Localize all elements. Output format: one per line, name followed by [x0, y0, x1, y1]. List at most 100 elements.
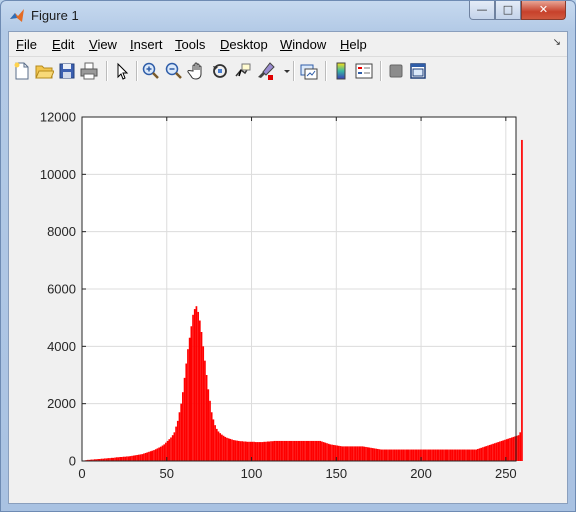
- histogram-bar: [343, 446, 345, 461]
- menu-tools[interactable]: Tools: [175, 37, 205, 52]
- histogram-bar: [222, 435, 225, 461]
- histogram-bar: [139, 454, 142, 461]
- minimize-button[interactable]: —: [469, 1, 495, 20]
- histogram-bar: [117, 457, 120, 461]
- histogram-bar: [305, 440, 308, 461]
- histogram-bar: [141, 454, 144, 461]
- figure-canvas[interactable]: 0 50 100 150 200 250 0 2000 4000 6000 8000 10000 120…: [9, 85, 567, 503]
- zoom-out-icon[interactable]: [164, 61, 184, 81]
- folder-icon[interactable]: [34, 61, 55, 81]
- histogram-bar: [134, 455, 137, 461]
- histogram-bar: [439, 449, 442, 461]
- legend-icon[interactable]: [354, 61, 374, 81]
- menu-view[interactable]: View: [89, 37, 117, 52]
- histogram-bar: [395, 449, 398, 461]
- histogram-bar: [495, 442, 498, 461]
- histogram-bar: [399, 449, 401, 461]
- histogram-bar: [287, 440, 289, 461]
- histogram-bar: [265, 441, 267, 461]
- hide-tools-icon[interactable]: [386, 61, 406, 81]
- histogram-bar: [349, 446, 352, 461]
- menu-help[interactable]: Help: [340, 37, 367, 52]
- histogram-bar: [385, 449, 388, 461]
- brush-dropdown-arrow-icon[interactable]: [277, 61, 290, 81]
- histogram-chart[interactable]: 0 50 100 150 200 250 0 2000 4000 6000 8000 10000 120…: [9, 85, 567, 503]
- zoom-in-icon[interactable]: [141, 61, 161, 81]
- pointer-icon[interactable]: [112, 61, 132, 81]
- menu-edit[interactable]: Edit: [52, 37, 74, 52]
- y-tick-label: 8000: [47, 224, 76, 239]
- histogram-bar: [183, 377, 186, 461]
- histogram-bar: [375, 448, 377, 461]
- histogram-bar: [122, 456, 125, 461]
- data-cursor-icon[interactable]: [233, 61, 253, 81]
- histogram-bar: [475, 449, 478, 461]
- figure-client-area: File Edit View Insert Tools Desktop Wind…: [8, 31, 568, 504]
- histogram-bar: [173, 432, 176, 461]
- histogram-bar: [290, 440, 293, 461]
- menu-window[interactable]: Window: [280, 37, 326, 52]
- histogram-bar: [314, 440, 316, 461]
- histogram-bar: [380, 449, 383, 461]
- histogram-bar: [322, 442, 325, 461]
- histogram-bar: [500, 440, 503, 461]
- histogram-bar: [431, 449, 433, 461]
- histogram-bar: [432, 449, 435, 461]
- rotate-icon[interactable]: [210, 61, 230, 81]
- histogram-bar: [232, 440, 235, 461]
- histogram-bar: [326, 443, 328, 461]
- menu-overflow-arrow-icon[interactable]: ↘: [553, 37, 561, 48]
- histogram-bar: [426, 449, 428, 461]
- close-button[interactable]: ✕: [521, 1, 566, 20]
- histogram-bar: [295, 440, 298, 461]
- histogram-bar: [453, 449, 455, 461]
- histogram-bar: [285, 440, 288, 461]
- menu-desktop[interactable]: Desktop: [220, 37, 268, 52]
- show-tools-icon[interactable]: [408, 61, 428, 81]
- histogram-bar: [366, 447, 369, 461]
- histogram-bar: [212, 419, 215, 461]
- x-tick-label: 50: [160, 466, 174, 481]
- histogram-bar: [271, 441, 274, 461]
- title-bar[interactable]: Figure 1 — □ ✕: [1, 1, 575, 31]
- toolbar-separator: [293, 61, 295, 81]
- link-plot-icon[interactable]: [299, 61, 319, 81]
- histogram-bar: [510, 437, 513, 461]
- save-icon[interactable]: [57, 61, 77, 81]
- histogram-bar: [307, 440, 310, 461]
- histogram-bar: [368, 447, 371, 461]
- menu-insert[interactable]: Insert: [130, 37, 163, 52]
- menu-file[interactable]: File: [16, 37, 37, 52]
- histogram-bar: [214, 425, 216, 461]
- histogram-bar: [188, 337, 191, 461]
- histogram-bar: [126, 456, 128, 461]
- y-tick-label: 2000: [47, 396, 76, 411]
- histogram-bar: [146, 452, 149, 461]
- window-title: Figure 1: [31, 8, 79, 23]
- maximize-button[interactable]: □: [495, 1, 521, 20]
- histogram-bar: [260, 442, 262, 461]
- histogram-bar: [300, 440, 303, 461]
- histogram-bar: [480, 447, 483, 461]
- histogram-bar: [412, 449, 415, 461]
- histogram-bar: [131, 455, 133, 461]
- printer-icon[interactable]: [79, 61, 99, 81]
- histogram-bar: [202, 346, 205, 461]
- histogram-bar: [302, 440, 305, 461]
- histogram-bar: [415, 449, 418, 461]
- histogram-bar: [170, 437, 172, 461]
- histogram-bar: [163, 444, 166, 461]
- new-file-icon[interactable]: [12, 61, 32, 81]
- histogram-bar: [409, 449, 411, 461]
- histogram-bar: [360, 446, 362, 461]
- histogram-bar: [261, 442, 264, 461]
- histogram-bar: [248, 441, 250, 461]
- histogram-bar: [497, 442, 500, 461]
- histogram-bar: [129, 456, 132, 461]
- brush-icon[interactable]: [256, 61, 276, 81]
- histogram-bar: [361, 446, 364, 461]
- histogram-bar: [226, 437, 228, 461]
- histogram-bar: [171, 435, 174, 461]
- hand-icon[interactable]: [187, 61, 207, 81]
- colorbar-icon[interactable]: [331, 61, 351, 81]
